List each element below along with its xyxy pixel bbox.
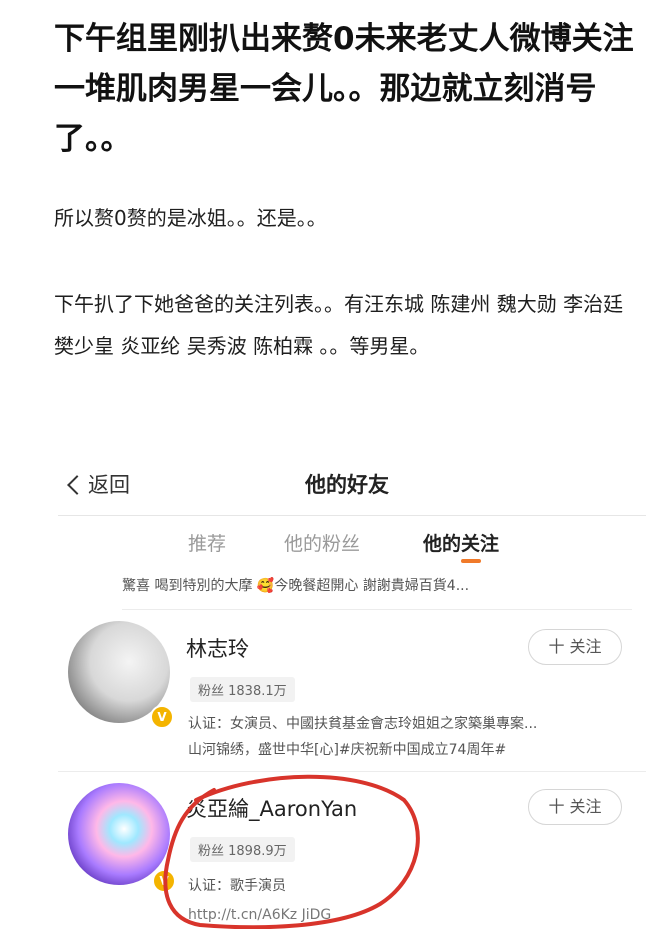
embedded-app-screenshot: 返回 他的好友 推荐 他的粉丝 他的关注 驚喜 喝到特別的大摩 🥰今晚餐超開心 … — [48, 455, 646, 929]
fans-count: 粉丝 1838.1万 — [190, 677, 295, 702]
post-paragraph-2: 下午扒了下她爸爸的关注列表。。有汪东城 陈建州 魏大勋 李治廷 樊少皇 炎亚纶 … — [54, 292, 624, 358]
divider — [58, 771, 646, 772]
page-title: 他的好友 — [305, 473, 389, 497]
tab-following[interactable]: 他的关注 — [423, 529, 499, 556]
verification-text: 认证：女演员、中國扶貧基金會志玲姐姐之家築巢專案... — [188, 716, 538, 732]
fans-count: 粉丝 1898.9万 — [190, 837, 295, 862]
list-item[interactable]: V 炎亞綸_AaronYan 粉丝 1898.9万 认证：歌手演员 http:/… — [48, 773, 646, 933]
tab-bar: 推荐 他的粉丝 他的关注 — [48, 529, 646, 569]
divider — [122, 609, 632, 610]
nav-divider — [58, 515, 646, 516]
verification-text: 认证：歌手演员 — [188, 878, 286, 894]
follow-button[interactable]: 十 关注 — [528, 629, 622, 665]
verified-badge-icon: V — [152, 869, 176, 893]
post-paragraph-1: 所以赘0赘的是冰姐。。还是。。 — [54, 206, 327, 230]
user-name[interactable]: 炎亞綸_AaronYan — [186, 793, 357, 823]
follow-button[interactable]: 十 关注 — [528, 789, 622, 825]
verified-badge-icon: V — [150, 705, 174, 729]
tab-fans[interactable]: 他的粉丝 — [284, 529, 360, 556]
post-headline: 下午组里刚扒出来赘0未来老丈人微博关注一堆肌肉男星一会儿。。那边就立刻消号了。。 — [54, 21, 634, 157]
nav-bar: 返回 他的好友 — [48, 455, 646, 511]
user-link[interactable]: http://t.cn/A6Kz JiDG — [188, 907, 628, 923]
user-description: 山河锦绣，盛世中华[心]#庆祝新中国成立74周年# — [188, 742, 507, 758]
list-item[interactable]: V 林志玲 粉丝 1838.1万 认证：女演员、中國扶貧基金會志玲姐姐之家築巢專… — [48, 615, 646, 765]
user-name[interactable]: 林志玲 — [186, 633, 249, 663]
tab-recommend[interactable]: 推荐 — [188, 529, 226, 556]
active-tab-indicator — [461, 559, 481, 563]
avatar[interactable] — [68, 783, 170, 885]
previous-item-snippet: 驚喜 喝到特別的大摩 🥰今晚餐超開心 謝謝貴婦百貨4... — [122, 578, 470, 594]
